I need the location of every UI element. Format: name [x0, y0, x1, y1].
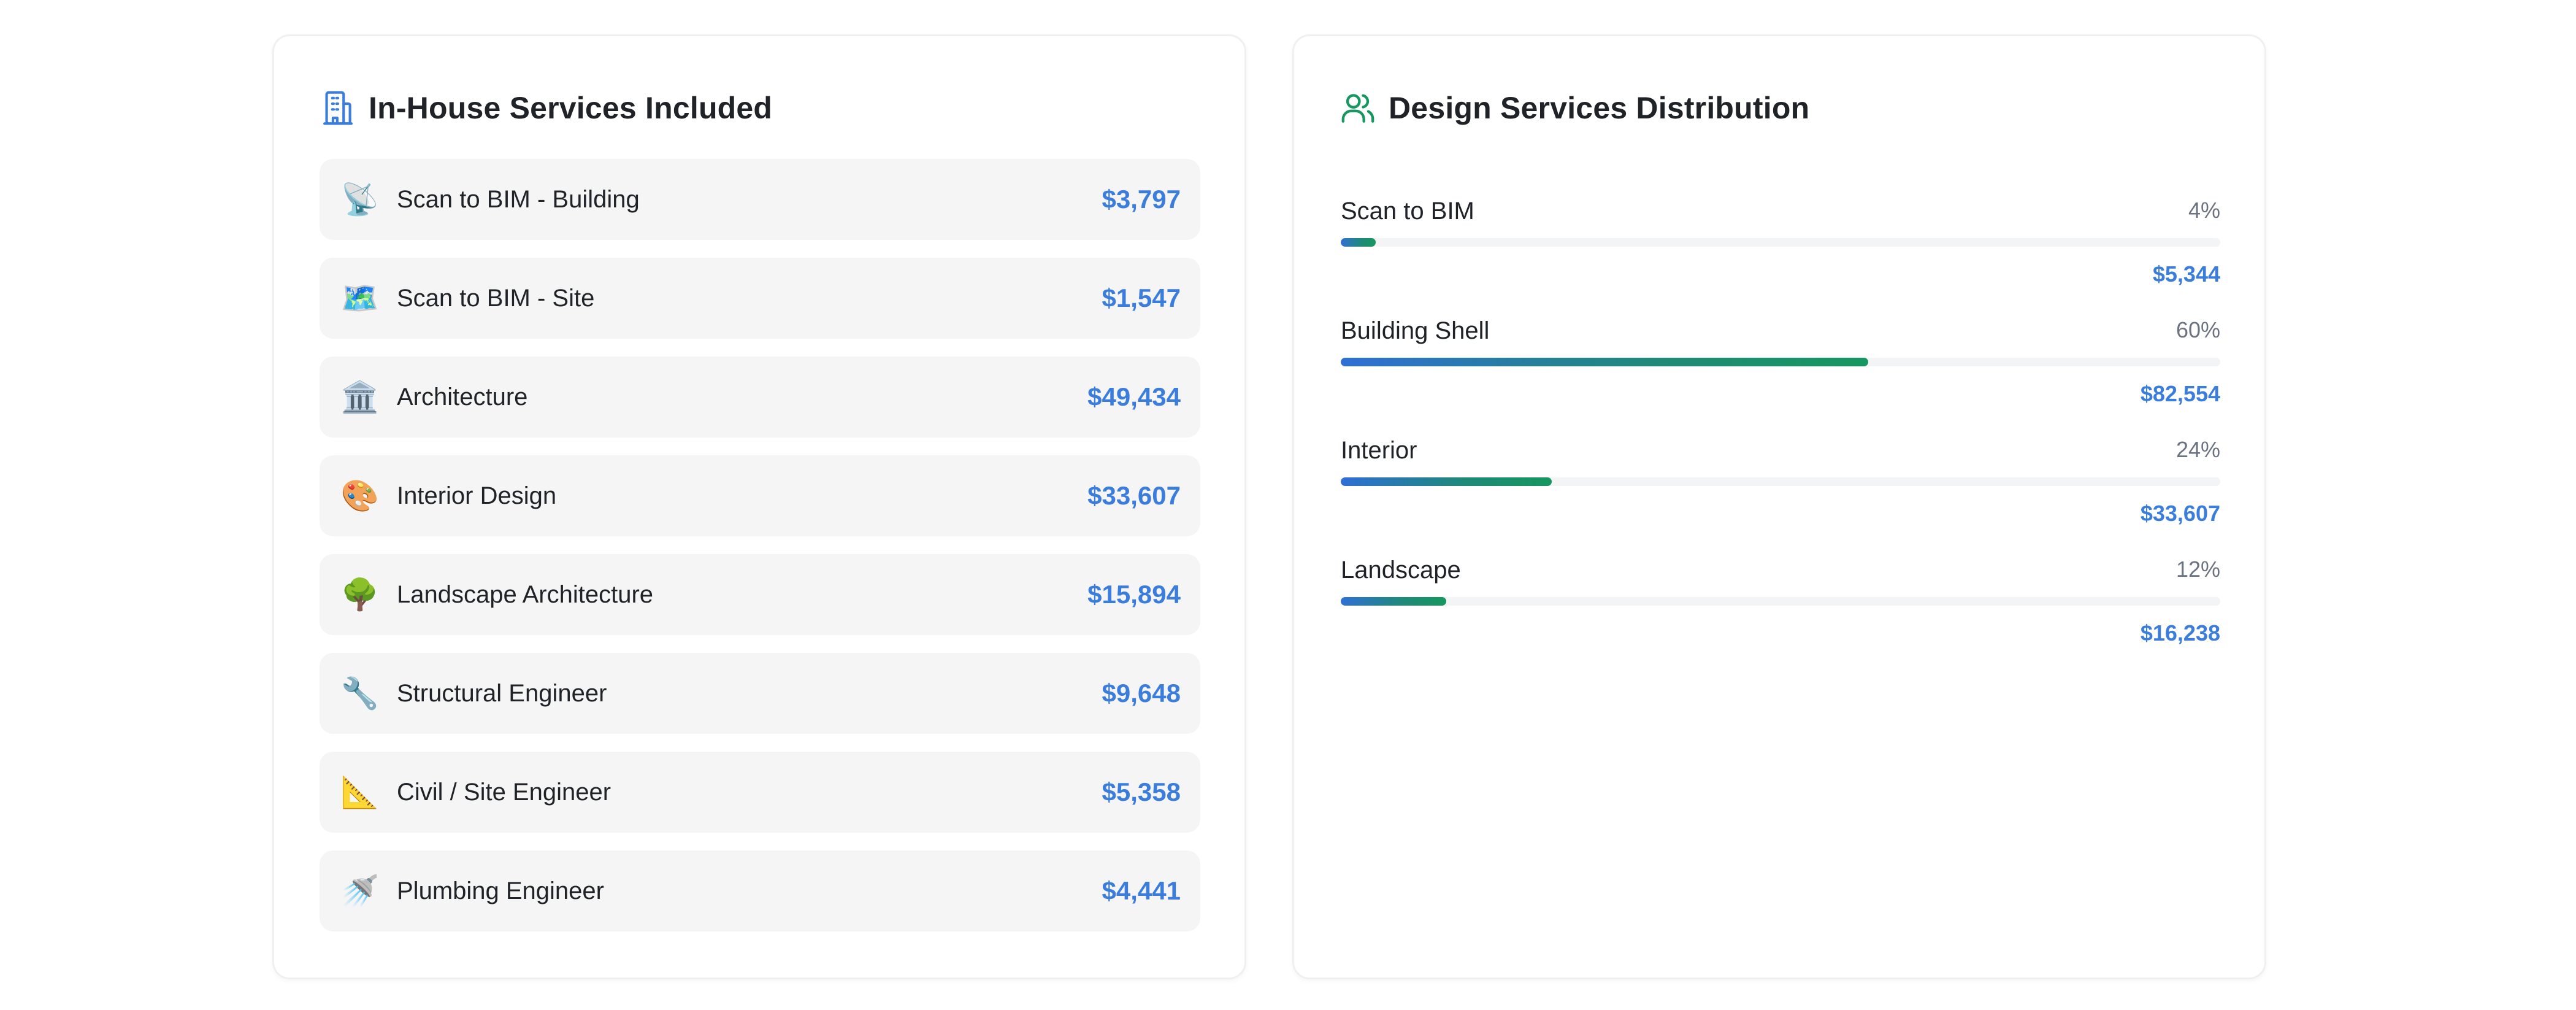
distribution-label: Building Shell	[1341, 317, 1490, 344]
service-price: $1,547	[1102, 283, 1181, 312]
service-price: $49,434	[1087, 382, 1181, 411]
service-name: Interior Design	[397, 482, 557, 509]
service-item: 🏛️ Architecture $49,434	[320, 357, 1200, 438]
classical-building-icon: 🏛️	[340, 379, 380, 414]
progress-fill	[1341, 477, 1552, 486]
progress-fill	[1341, 358, 1869, 366]
service-item: 🔧 Structural Engineer $9,648	[320, 653, 1200, 734]
service-name: Scan to BIM - Building	[397, 185, 640, 213]
distribution-row: Scan to BIM 4% $5,344	[1341, 193, 2220, 312]
distribution-list: Scan to BIM 4% $5,344 Building Shell 60% $82,…	[1341, 193, 2220, 671]
service-name: Civil / Site Engineer	[397, 778, 611, 806]
design-distribution-card: Design Services Distribution Scan to BIM…	[1292, 34, 2266, 979]
distribution-label: Interior	[1341, 437, 1417, 464]
distribution-percent: 24%	[2175, 437, 2220, 462]
distribution-amount: $5,344	[2152, 261, 2220, 287]
progress-fill	[1341, 597, 1447, 606]
service-price: $9,648	[1102, 679, 1181, 707]
service-name: Scan to BIM - Site	[397, 284, 595, 312]
palette-icon: 🎨	[340, 478, 380, 513]
progress-track	[1341, 597, 2220, 606]
tree-icon: 🌳	[340, 577, 380, 612]
shower-icon: 🚿	[340, 873, 380, 908]
triangular-ruler-icon: 📐	[340, 774, 380, 809]
distribution-label: Landscape	[1341, 557, 1461, 584]
page: In-House Services Included 📡 Scan to BIM …	[0, 0, 2576, 1010]
in-house-services-header: In-House Services Included	[320, 87, 772, 129]
services-list: 📡 Scan to BIM - Building $3,797 🗺️ Scan to B…	[320, 159, 1200, 949]
design-distribution-header: Design Services Distribution	[1340, 87, 1809, 129]
distribution-amount: $33,607	[2140, 501, 2220, 526]
card-title: Design Services Distribution	[1389, 91, 1810, 125]
in-house-services-card: In-House Services Included 📡 Scan to BIM …	[272, 34, 1246, 979]
satellite-dish-icon: 📡	[340, 182, 380, 217]
distribution-amount: $82,554	[2140, 381, 2220, 406]
progress-fill	[1341, 238, 1376, 247]
service-name: Landscape Architecture	[397, 580, 654, 608]
users-icon	[1340, 90, 1376, 126]
building-icon	[320, 90, 356, 126]
service-price: $3,797	[1102, 185, 1181, 214]
service-name: Architecture	[397, 383, 528, 411]
service-item: 📐 Civil / Site Engineer $5,358	[320, 752, 1200, 833]
service-name: Plumbing Engineer	[397, 877, 604, 904]
progress-track	[1341, 477, 2220, 486]
service-price: $5,358	[1102, 777, 1181, 806]
service-item: 🌳 Landscape Architecture $15,894	[320, 554, 1200, 635]
service-item: 🚿 Plumbing Engineer $4,441	[320, 850, 1200, 931]
progress-track	[1341, 238, 2220, 247]
service-price: $15,894	[1087, 580, 1181, 609]
distribution-amount: $16,238	[2140, 620, 2220, 646]
service-name: Structural Engineer	[397, 679, 607, 707]
distribution-row: Building Shell 60% $82,554	[1341, 312, 2220, 432]
wrench-icon: 🔧	[340, 676, 380, 711]
service-item: 🗺️ Scan to BIM - Site $1,547	[320, 258, 1200, 339]
distribution-label: Scan to BIM	[1341, 198, 1474, 225]
distribution-row: Landscape 12% $16,238	[1341, 552, 2220, 671]
distribution-row: Interior 24% $33,607	[1341, 432, 2220, 552]
distribution-percent: 60%	[2175, 317, 2220, 342]
card-title: In-House Services Included	[369, 91, 773, 125]
service-item: 🎨 Interior Design $33,607	[320, 455, 1200, 536]
service-price: $33,607	[1087, 481, 1181, 510]
distribution-percent: 12%	[2175, 557, 2220, 582]
distribution-percent: 4%	[2188, 198, 2220, 223]
map-icon: 🗺️	[340, 280, 380, 315]
service-price: $4,441	[1102, 876, 1181, 905]
service-item: 📡 Scan to BIM - Building $3,797	[320, 159, 1200, 240]
progress-track	[1341, 358, 2220, 366]
